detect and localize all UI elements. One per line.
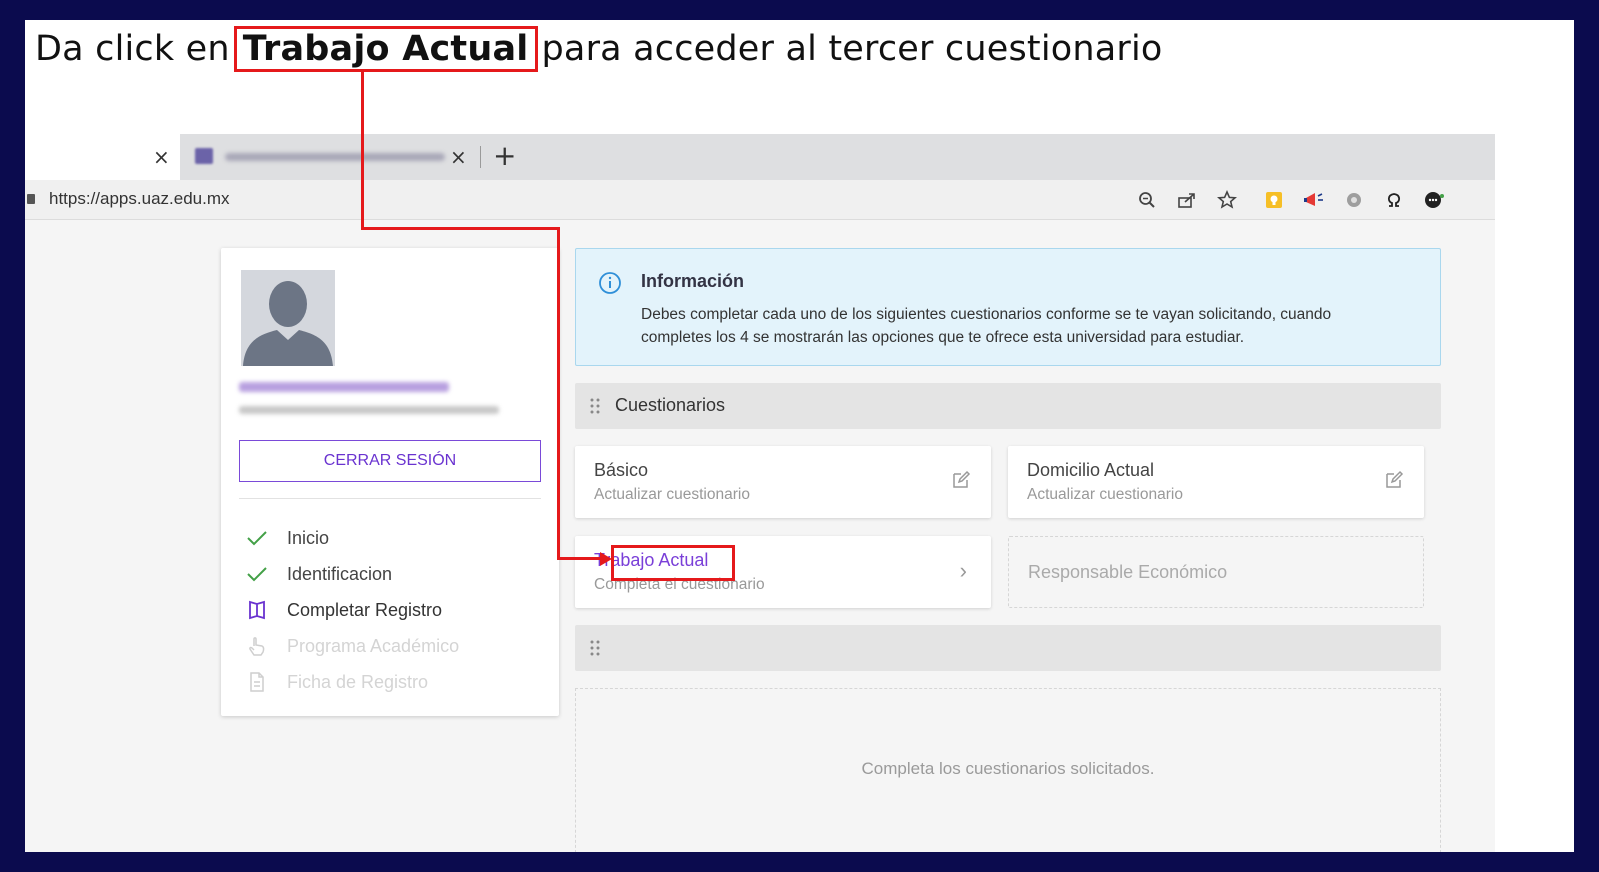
bookmark-star-icon[interactable] <box>1215 188 1239 212</box>
tab-favicon-icon <box>195 148 213 164</box>
hand-pointer-icon <box>245 634 269 658</box>
section-title: Cuestionarios <box>615 395 726 415</box>
instruction-text: Da click en Trabajo Actual para acceder al… <box>35 26 1163 72</box>
menu-item-label: Identificacion <box>287 563 393 584</box>
edit-icon[interactable] <box>1384 470 1404 490</box>
callout-line <box>557 557 602 560</box>
menu-item-label: Inicio <box>287 527 330 548</box>
close-tab-icon[interactable]: × <box>153 145 170 169</box>
instruction-before: Da click en <box>35 29 230 69</box>
extension-keep-icon[interactable] <box>1262 188 1286 212</box>
instruction-highlight: Trabajo Actual <box>233 26 538 72</box>
card-subtitle: Actualizar cuestionario <box>594 486 750 503</box>
questionnaire-card-responsable: Responsable Económico <box>1008 536 1424 608</box>
empty-state-panel: Completa los cuestionarios solicitados. <box>575 688 1441 852</box>
questionnaire-card-basico[interactable]: Básico Actualizar cuestionario <box>575 446 991 518</box>
user-name-blurred <box>239 382 449 392</box>
zoom-icon[interactable] <box>1135 188 1159 212</box>
menu-item-identificacion[interactable]: Identificacion <box>245 556 545 592</box>
extension-chat-icon[interactable] <box>1422 188 1446 212</box>
new-tab-button[interactable]: + <box>493 139 516 172</box>
card-title: Responsable Económico <box>1028 562 1228 582</box>
document-icon <box>245 670 269 694</box>
tab-separator <box>480 146 481 168</box>
browser-window: × × + https://apps.uaz.edu.mx CERRAR SES… <box>25 134 1495 852</box>
tab-active[interactable]: × <box>25 134 180 180</box>
web-page: CERRAR SESIÓN Inicio Identificacion Comp… <box>25 220 1495 852</box>
menu-item-label: Completar Registro <box>287 599 443 620</box>
menu-item-label: Ficha de Registro <box>287 671 429 692</box>
questionnaires-header: Cuestionarios <box>575 383 1441 429</box>
share-icon[interactable] <box>1175 188 1199 212</box>
address-bar: https://apps.uaz.edu.mx <box>25 180 1495 220</box>
callout-line <box>361 227 560 230</box>
menu-item-inicio[interactable]: Inicio <box>245 520 545 556</box>
extension-megaphone-icon[interactable] <box>1302 188 1326 212</box>
questionnaire-card-domicilio[interactable]: Domicilio Actual Actualizar cuestionario <box>1008 446 1424 518</box>
menu-item-label: Programa Académico <box>287 635 460 656</box>
profile-card: CERRAR SESIÓN Inicio Identificacion Comp… <box>221 248 559 716</box>
close-tab-icon[interactable]: × <box>450 145 467 169</box>
empty-state-text: Completa los cuestionarios solicitados. <box>861 759 1155 778</box>
tutorial-slide: Da click en Trabajo Actual para acceder al… <box>25 20 1574 852</box>
card-title: Domicilio Actual <box>1027 460 1155 480</box>
menu-item-completar-registro[interactable]: Completar Registro <box>245 592 545 628</box>
tab-strip: × × + <box>25 134 1495 180</box>
callout-highlight-box <box>611 545 735 581</box>
extension-gear-icon[interactable] <box>1342 188 1366 212</box>
user-detail-blurred <box>239 406 499 414</box>
callout-line <box>361 70 364 230</box>
url-field[interactable]: https://apps.uaz.edu.mx <box>49 189 230 209</box>
callout-line <box>557 227 560 559</box>
drag-handle-icon[interactable] <box>589 639 601 657</box>
progress-menu: Inicio Identificacion Completar Registro <box>245 520 545 700</box>
info-icon <box>598 271 622 299</box>
menu-item-programa-academico: Programa Académico <box>245 628 545 664</box>
check-icon <box>245 526 269 550</box>
logout-button[interactable]: CERRAR SESIÓN <box>239 440 541 482</box>
divider <box>239 498 541 499</box>
instruction-after: para acceder al tercer cuestionario <box>541 29 1163 69</box>
book-icon <box>245 598 269 622</box>
extension-omega-icon[interactable] <box>1382 188 1406 212</box>
card-subtitle: Actualizar cuestionario <box>1027 486 1183 503</box>
info-text: Debes completar cada uno de los siguient… <box>641 306 1332 346</box>
menu-item-ficha-de-registro: Ficha de Registro <box>245 664 545 700</box>
drag-handle-icon[interactable] <box>589 397 601 415</box>
check-icon <box>245 562 269 586</box>
info-alert: Información Debes completar cada uno de … <box>575 248 1441 366</box>
card-title: Básico <box>594 460 649 480</box>
user-silhouette-icon <box>241 270 335 366</box>
info-title: Información <box>641 271 745 291</box>
secondary-section-bar <box>575 625 1441 671</box>
tab-title-blurred <box>225 153 445 161</box>
edit-icon[interactable] <box>951 470 971 490</box>
chevron-right-icon[interactable]: › <box>960 558 967 584</box>
avatar <box>241 270 335 366</box>
lock-icon[interactable] <box>27 194 35 204</box>
